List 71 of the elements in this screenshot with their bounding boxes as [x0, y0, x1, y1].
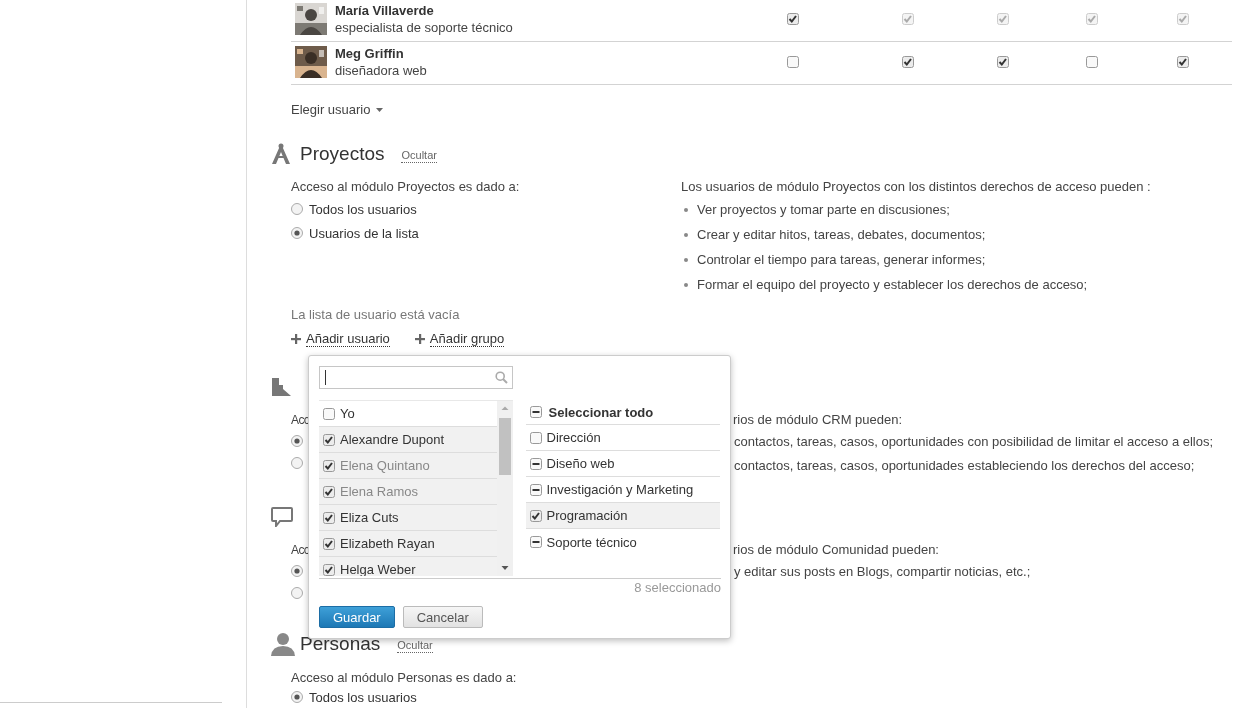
- checkbox[interactable]: [529, 406, 542, 418]
- user-role: diseñadora web: [335, 62, 427, 79]
- group-option[interactable]: Soporte técnico: [525, 529, 720, 555]
- checkbox[interactable]: [529, 457, 542, 470]
- access-label: Acceso al módulo Proyectos es dado a:: [291, 178, 520, 196]
- section-title: Proyectos: [300, 143, 385, 165]
- search-field[interactable]: [319, 366, 513, 389]
- plus-icon: [291, 334, 301, 344]
- radio-button[interactable]: [291, 435, 303, 447]
- checkbox[interactable]: [323, 433, 335, 446]
- rights-item: contactos, tareas, casos, oportunidades estableciendo los derechos del acceso;: [733, 457, 1196, 475]
- save-button[interactable]: Guardar: [319, 606, 395, 628]
- user-role: especialista de soporte técnico: [335, 19, 513, 36]
- permission-checkbox[interactable]: [787, 13, 799, 25]
- user-name: Meg Griffin: [335, 46, 405, 62]
- checkbox[interactable]: [323, 563, 335, 576]
- option-label: Todos los usuarios: [309, 201, 417, 217]
- checkbox[interactable]: [529, 431, 542, 444]
- rights-item: Formar el equipo del proyecto y establecer los derechos de acceso;: [681, 272, 1151, 297]
- radio-button[interactable]: [291, 457, 303, 469]
- plus-icon: [414, 334, 425, 344]
- rights-item: Crear y editar hitos, tareas, debates, documentos;: [681, 222, 1151, 247]
- group-option[interactable]: Dirección: [525, 425, 720, 451]
- checkbox[interactable]: [323, 407, 335, 420]
- user-option[interactable]: Helga Weber: [319, 557, 497, 576]
- checkbox[interactable]: [529, 536, 542, 548]
- cancel-button[interactable]: Cancelar: [402, 606, 483, 628]
- checkbox[interactable]: [529, 483, 542, 496]
- add-link[interactable]: Añadir usuario: [291, 331, 390, 347]
- radio-button[interactable]: [291, 565, 303, 577]
- building-icon: [271, 378, 291, 396]
- caret-icon: [375, 108, 383, 112]
- permission-checkbox[interactable]: [1086, 56, 1098, 68]
- rights-item: y editar sus posts en Blogs, compartir noticias, etc.;: [733, 563, 1031, 581]
- group-option[interactable]: Programación: [525, 503, 720, 529]
- person-icon: [271, 632, 295, 656]
- choose-user-link[interactable]: Elegir usuario: [291, 101, 383, 119]
- access-label: Acceso al módulo Personas es dado a:: [291, 669, 517, 687]
- permission-checkbox[interactable]: [787, 56, 799, 68]
- rights-item: Ver proyectos y tomar parte en discusiones;: [681, 197, 1151, 222]
- rights-item: contactos, tareas, casos, oportunidades con posibilidad de limitar el acceso a ellos;: [733, 433, 1214, 451]
- selection-count: 8 seleccionado: [634, 580, 721, 595]
- select-all-option[interactable]: Seleccionar todo: [525, 400, 720, 425]
- user-option[interactable]: Alexandre Dupont: [319, 427, 497, 453]
- rights-intro: rios de módulo Comunidad pueden:: [733, 541, 940, 559]
- add-link[interactable]: Añadir grupo: [414, 331, 505, 347]
- user-option[interactable]: Eliza Cuts: [319, 505, 497, 531]
- rights-intro: Los usuarios de módulo Proyectos con los distintos derechos de acceso pueden :: [681, 178, 1151, 196]
- hide-link[interactable]: Ocultar: [401, 148, 437, 163]
- user-name: María Villaverde: [335, 3, 435, 19]
- checkbox[interactable]: [323, 511, 335, 524]
- radio-button[interactable]: [291, 203, 303, 215]
- checkbox[interactable]: [323, 537, 335, 550]
- user-option[interactable]: Elizabeth Rayan: [319, 531, 497, 557]
- checkbox[interactable]: [529, 509, 542, 522]
- rights-intro: rios de módulo CRM pueden:: [733, 411, 904, 429]
- search-icon: [495, 371, 508, 384]
- option-label: Todos los usuarios: [309, 689, 417, 705]
- permission-checkbox[interactable]: [997, 56, 1009, 68]
- section-title: Personas: [300, 633, 381, 655]
- empty-list-note: La lista de usuario está vacía: [291, 306, 461, 324]
- rights-item: Controlar el tiempo para tareas, generar informes;: [681, 247, 1151, 272]
- permission-checkbox[interactable]: [902, 56, 914, 68]
- permission-checkbox[interactable]: [1177, 56, 1189, 68]
- radio-button[interactable]: [291, 587, 303, 599]
- compass-icon: [271, 143, 291, 165]
- radio-button[interactable]: [291, 691, 303, 703]
- radio-button[interactable]: [291, 227, 303, 239]
- chat-bubble-icon: [271, 507, 293, 527]
- option-label: Usuarios de la lista: [309, 225, 419, 241]
- group-option[interactable]: Diseño web: [525, 451, 720, 477]
